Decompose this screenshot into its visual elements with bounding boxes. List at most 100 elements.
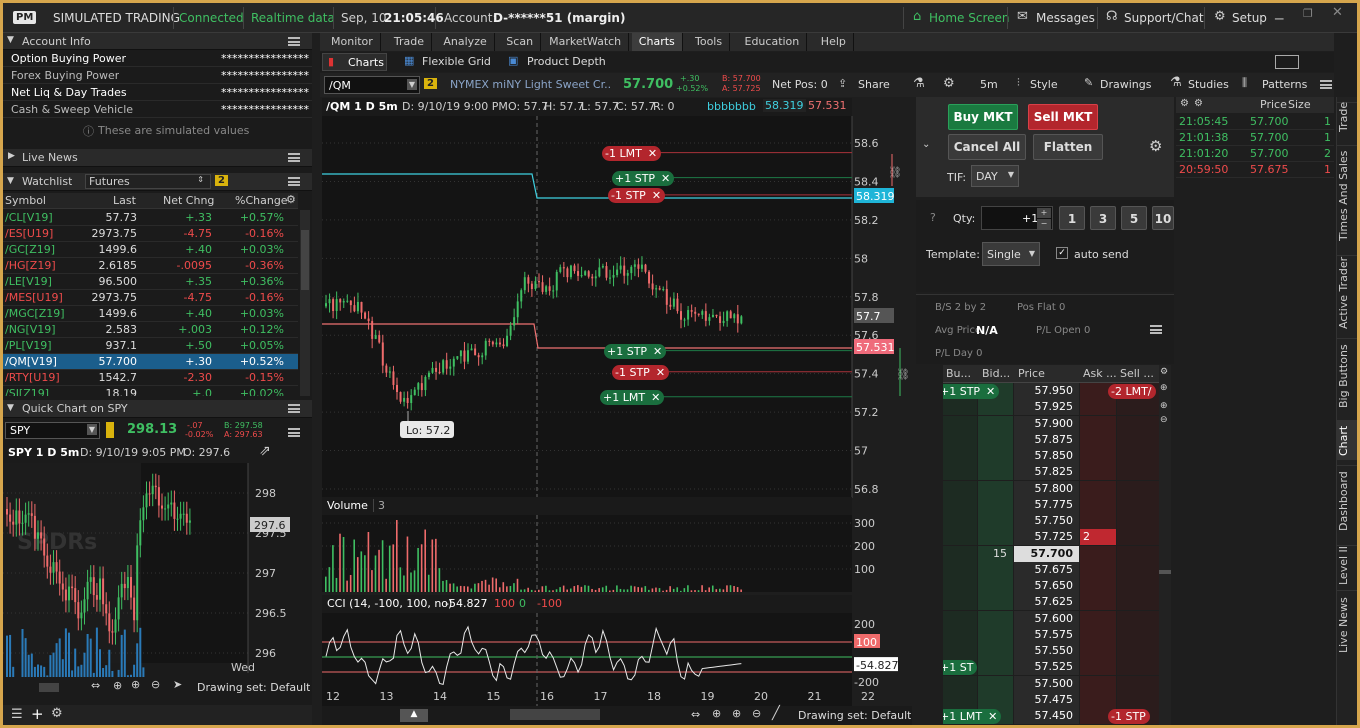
bid-cell[interactable] bbox=[978, 659, 1013, 676]
bid-cell[interactable] bbox=[978, 513, 1013, 529]
patterns-button[interactable]: Patterns bbox=[1262, 78, 1307, 91]
gear-icon[interactable]: ⚙ bbox=[943, 76, 955, 91]
menu-item-help[interactable]: Help bbox=[814, 33, 854, 51]
close-window-button[interactable]: ✕ bbox=[1332, 5, 1348, 20]
zoom-out-icon[interactable]: ⊖ bbox=[752, 707, 761, 720]
gear-icon[interactable]: ⚙ bbox=[1180, 98, 1189, 109]
ladder-row[interactable]: 57.650 bbox=[943, 578, 1159, 594]
menu-item-charts[interactable]: Charts bbox=[631, 33, 683, 51]
ask-cell[interactable] bbox=[1080, 415, 1116, 432]
ask-cell[interactable] bbox=[1080, 561, 1116, 578]
price-cell[interactable]: 57.875 bbox=[1014, 431, 1079, 448]
sell-cell[interactable] bbox=[1117, 610, 1159, 627]
price-cell[interactable]: 57.650 bbox=[1014, 578, 1079, 594]
ask-cell[interactable] bbox=[1080, 594, 1116, 611]
buy-cell[interactable] bbox=[943, 691, 977, 708]
bid-cell[interactable] bbox=[978, 626, 1013, 643]
dropdown-icon[interactable]: ▼ bbox=[86, 424, 97, 435]
auto-send-checkbox[interactable]: ✓ bbox=[1056, 247, 1068, 259]
side-tab-active-trader[interactable]: Active Trader bbox=[1337, 255, 1357, 330]
tab-charts[interactable]: ▮ Charts bbox=[322, 53, 387, 71]
ladder-row[interactable]: 57.525 +1 ST bbox=[943, 659, 1159, 676]
bid-cell[interactable] bbox=[978, 480, 1013, 497]
ask-cell[interactable] bbox=[1080, 399, 1116, 416]
gear-icon[interactable]: ⚙ bbox=[51, 706, 63, 721]
messages-link[interactable]: Messages bbox=[1036, 11, 1095, 25]
buy-cell[interactable] bbox=[943, 399, 977, 416]
watchlist-row[interactable]: /CL[V19] 57.73 +.33 +0.57% bbox=[3, 210, 298, 226]
qty-quick-button[interactable]: 3 bbox=[1090, 206, 1116, 230]
cursor-icon[interactable]: ➤ bbox=[173, 678, 182, 691]
close-icon[interactable]: ✕ bbox=[651, 391, 660, 404]
close-icon[interactable]: ✕ bbox=[652, 189, 661, 202]
ask-cell[interactable] bbox=[1080, 513, 1116, 529]
col-pct-change[interactable]: %Change bbox=[235, 194, 288, 207]
sell-cell[interactable] bbox=[1117, 513, 1159, 529]
close-icon[interactable]: ✕ bbox=[988, 710, 997, 723]
line-tool-icon[interactable]: ╱ bbox=[772, 706, 780, 721]
order-tag[interactable]: +1 STP ✕ bbox=[612, 170, 675, 186]
menu-icon[interactable] bbox=[1150, 325, 1162, 334]
menu-icon[interactable] bbox=[1320, 80, 1332, 89]
link-badge[interactable]: 2 bbox=[424, 78, 437, 89]
help-icon[interactable]: ? bbox=[930, 211, 936, 224]
buy-cell[interactable] bbox=[943, 464, 977, 481]
flask-icon[interactable]: ⚗ bbox=[913, 76, 925, 91]
qty-quick-button[interactable]: 10 bbox=[1152, 206, 1174, 230]
price-cell[interactable]: 57.600 bbox=[1014, 610, 1079, 627]
link-badge[interactable] bbox=[106, 422, 114, 438]
ask-cell[interactable] bbox=[1080, 691, 1116, 708]
maximize-button[interactable]: ❐ bbox=[1303, 7, 1319, 20]
interval-select[interactable]: 5m bbox=[980, 78, 998, 91]
bid-cell[interactable] bbox=[978, 529, 1013, 546]
chevron-down-icon[interactable]: ▼ bbox=[7, 176, 14, 186]
bid-cell[interactable] bbox=[978, 643, 1013, 659]
price-cell[interactable]: 57.700 bbox=[1014, 545, 1079, 562]
ladder-col-header[interactable]: Bu... bbox=[946, 367, 978, 380]
buy-cell[interactable] bbox=[943, 480, 977, 497]
ask-cell[interactable] bbox=[1080, 643, 1116, 659]
menu-icon[interactable] bbox=[288, 404, 300, 413]
sell-cell[interactable] bbox=[1117, 431, 1159, 448]
sell-cell[interactable] bbox=[1117, 529, 1159, 546]
zoom-out-icon[interactable]: ⊖ bbox=[1160, 415, 1168, 425]
quick-chart-symbol-input[interactable]: SPY ▼ bbox=[5, 422, 100, 439]
support-chat-link[interactable]: Support/Chat bbox=[1124, 11, 1204, 25]
ladder-row[interactable]: 57.450 +1 LMT ✕ -1 STP bbox=[943, 708, 1159, 724]
menu-item-education[interactable]: Education bbox=[738, 33, 808, 51]
setup-link[interactable]: Setup bbox=[1232, 11, 1267, 25]
tns-col-price[interactable]: Price bbox=[1260, 98, 1287, 111]
buy-cell[interactable] bbox=[943, 496, 977, 513]
side-tab-dashboard[interactable]: Dashboard bbox=[1337, 465, 1357, 537]
sell-order-tag[interactable]: -1 STP bbox=[1108, 709, 1150, 724]
buy-cell[interactable] bbox=[943, 448, 977, 464]
ask-cell[interactable] bbox=[1080, 659, 1116, 676]
watchlist-row[interactable]: /HG[Z19] 2.6185 -.0095 -0.36% bbox=[3, 258, 298, 274]
price-cell[interactable]: 57.900 bbox=[1014, 415, 1079, 432]
qty-decrement[interactable]: − bbox=[1037, 219, 1051, 229]
col-symbol[interactable]: Symbol bbox=[5, 194, 46, 207]
bid-cell[interactable] bbox=[978, 675, 1013, 692]
ladder-row[interactable]: 57.675 bbox=[943, 561, 1159, 578]
sell-cell[interactable] bbox=[1117, 691, 1159, 708]
ask-cell[interactable] bbox=[1080, 448, 1116, 464]
ladder-row[interactable]: 57.725 2 bbox=[943, 529, 1159, 546]
close-icon[interactable]: ✕ bbox=[661, 172, 670, 185]
layout-icon[interactable] bbox=[1275, 55, 1299, 69]
ladder-row[interactable]: 57.825 bbox=[943, 464, 1159, 481]
ladder-row[interactable]: 57.750 bbox=[943, 513, 1159, 529]
add-icon[interactable]: + bbox=[31, 705, 44, 723]
col-net-chng[interactable]: Net Chng bbox=[163, 194, 214, 207]
gear-icon[interactable]: ⚙ bbox=[1149, 137, 1162, 155]
bid-cell[interactable] bbox=[978, 594, 1013, 611]
price-cell[interactable]: 57.800 bbox=[1014, 480, 1079, 497]
ladder-row[interactable]: 57.475 bbox=[943, 691, 1159, 708]
share-button[interactable]: Share bbox=[858, 78, 890, 91]
sell-cell[interactable] bbox=[1117, 464, 1159, 481]
side-tab-live-news[interactable]: Live News bbox=[1337, 590, 1357, 660]
minimize-button[interactable]: ▁ bbox=[1275, 7, 1291, 20]
flatten-button[interactable]: Flatten bbox=[1033, 134, 1103, 160]
ladder-row[interactable]: 57.550 bbox=[943, 643, 1159, 659]
menu-item-analyze[interactable]: Analyze bbox=[436, 33, 495, 51]
order-tag[interactable]: -1 STP ✕ bbox=[612, 364, 670, 380]
